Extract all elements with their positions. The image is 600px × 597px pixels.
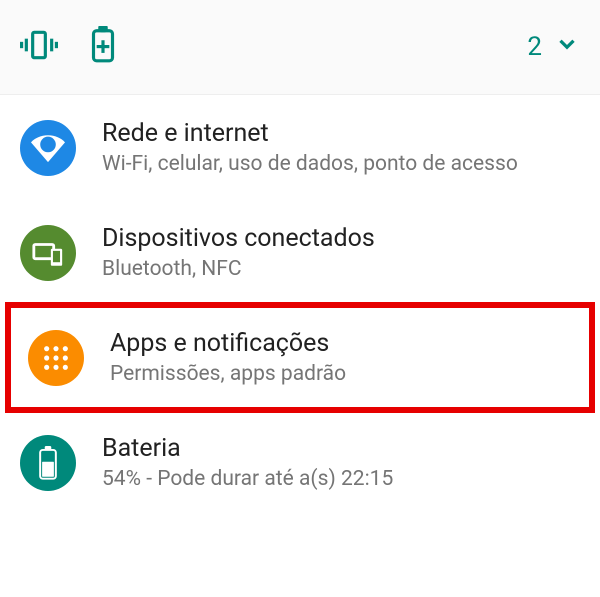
item-subtitle: 54% - Pode durar até a(s) 22:15 — [102, 467, 580, 491]
wifi-icon — [20, 120, 76, 176]
item-title: Apps e notificações — [110, 329, 572, 358]
settings-item-battery[interactable]: Bateria 54% - Pode durar até a(s) 22:15 — [0, 410, 600, 515]
item-title: Dispositivos conectados — [102, 224, 580, 253]
item-text: Rede e internet Wi-Fi, celular, uso de d… — [102, 119, 580, 176]
status-right[interactable]: 2 — [527, 31, 580, 64]
chevron-down-icon — [554, 31, 580, 64]
item-title: Bateria — [102, 434, 580, 463]
item-subtitle: Bluetooth, NFC — [102, 257, 580, 281]
item-text: Bateria 54% - Pode durar até a(s) 22:15 — [102, 434, 580, 491]
count-badge: 2 — [527, 32, 542, 62]
status-icons-left — [20, 26, 118, 68]
settings-list: Rede e internet Wi-Fi, celular, uso de d… — [0, 95, 600, 515]
apps-icon — [28, 330, 84, 386]
battery-saver-icon — [88, 26, 118, 68]
item-subtitle: Permissões, apps padrão — [110, 362, 572, 386]
status-bar: 2 — [0, 0, 600, 95]
item-subtitle: Wi-Fi, celular, uso de dados, ponto de a… — [102, 152, 580, 176]
battery-icon — [20, 435, 76, 491]
vibrate-icon — [20, 26, 58, 68]
settings-item-devices[interactable]: Dispositivos conectados Bluetooth, NFC — [0, 200, 600, 305]
item-text: Dispositivos conectados Bluetooth, NFC — [102, 224, 580, 281]
settings-item-apps[interactable]: Apps e notificações Permissões, apps pad… — [8, 305, 592, 410]
item-text: Apps e notificações Permissões, apps pad… — [110, 329, 572, 386]
item-title: Rede e internet — [102, 119, 580, 148]
settings-item-network[interactable]: Rede e internet Wi-Fi, celular, uso de d… — [0, 95, 600, 200]
devices-icon — [20, 225, 76, 281]
